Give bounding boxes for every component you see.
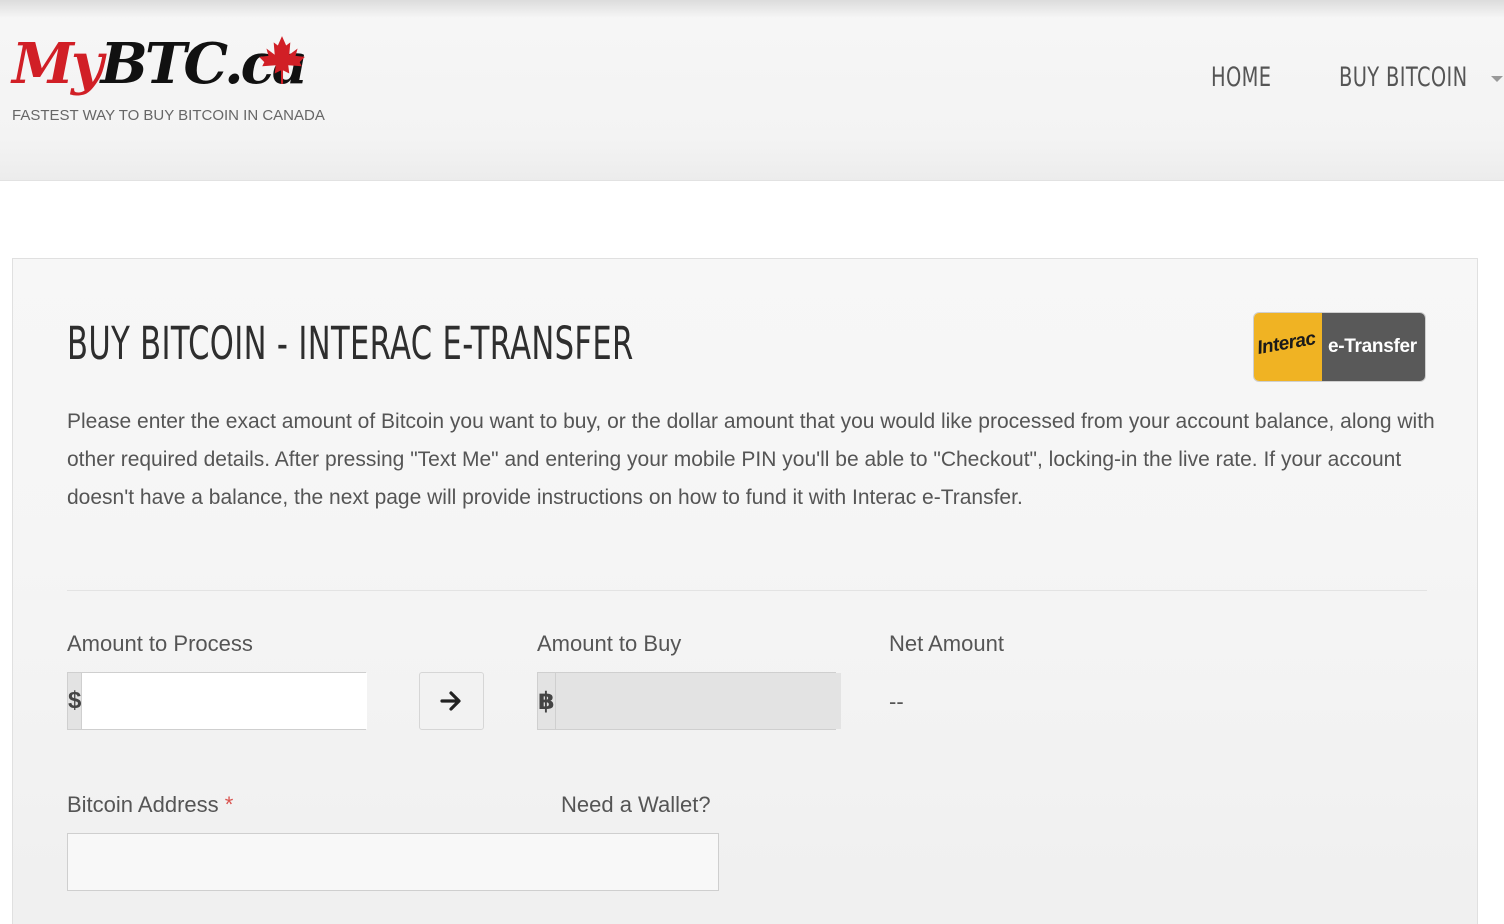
logo-tagline: FASTEST WAY TO BUY BITCOIN IN CANADA: [12, 107, 325, 124]
amount-to-process-label: Amount to Process: [67, 631, 253, 656]
dollar-sign-icon: $: [68, 673, 83, 729]
convert-arrow-button[interactable]: [419, 672, 484, 730]
amount-to-process-group: $: [67, 672, 368, 730]
required-asterisk: *: [224, 792, 234, 817]
amount-to-buy-group: ฿: [537, 672, 841, 730]
page-title: BUY BITCOIN - INTERAC E-TRANSFER: [67, 317, 634, 370]
bitcoin-address-input[interactable]: [67, 833, 719, 891]
site-header: MyBTC.ca FASTEST WAY TO BUY BITCOIN IN C…: [0, 0, 1504, 181]
caret-down-icon[interactable]: [1491, 76, 1503, 82]
amount-to-process-input[interactable]: [82, 673, 368, 729]
interac-etransfer-badge: Interac e-Transfer: [1254, 313, 1425, 381]
site-logo[interactable]: MyBTC.ca FASTEST WAY TO BUY BITCOIN IN C…: [12, 30, 392, 130]
net-amount-value: --: [889, 689, 904, 714]
bitcoin-sign-icon: ฿: [538, 673, 556, 729]
need-wallet-link[interactable]: Need a Wallet?: [561, 792, 711, 818]
maple-leaf-icon: [259, 36, 305, 84]
instructions-text: Please enter the exact amount of Bitcoin…: [67, 410, 1435, 509]
interac-logo: Interac: [1254, 313, 1322, 381]
nav-home-link[interactable]: HOME: [1211, 62, 1271, 102]
amount-to-buy-label: Amount to Buy: [537, 631, 682, 656]
amount-to-buy-input[interactable]: [555, 673, 841, 729]
etransfer-label: e-Transfer: [1322, 313, 1425, 381]
buy-bitcoin-panel: BUY BITCOIN - INTERAC E-TRANSFER Interac…: [12, 258, 1478, 924]
nav-buy-bitcoin-link[interactable]: BUY BITCOIN: [1339, 62, 1468, 102]
arrow-right-icon: [439, 691, 461, 711]
bitcoin-address-label: Bitcoin Address *: [67, 792, 234, 817]
net-amount-label: Net Amount: [889, 631, 1004, 656]
section-divider: [67, 590, 1427, 591]
